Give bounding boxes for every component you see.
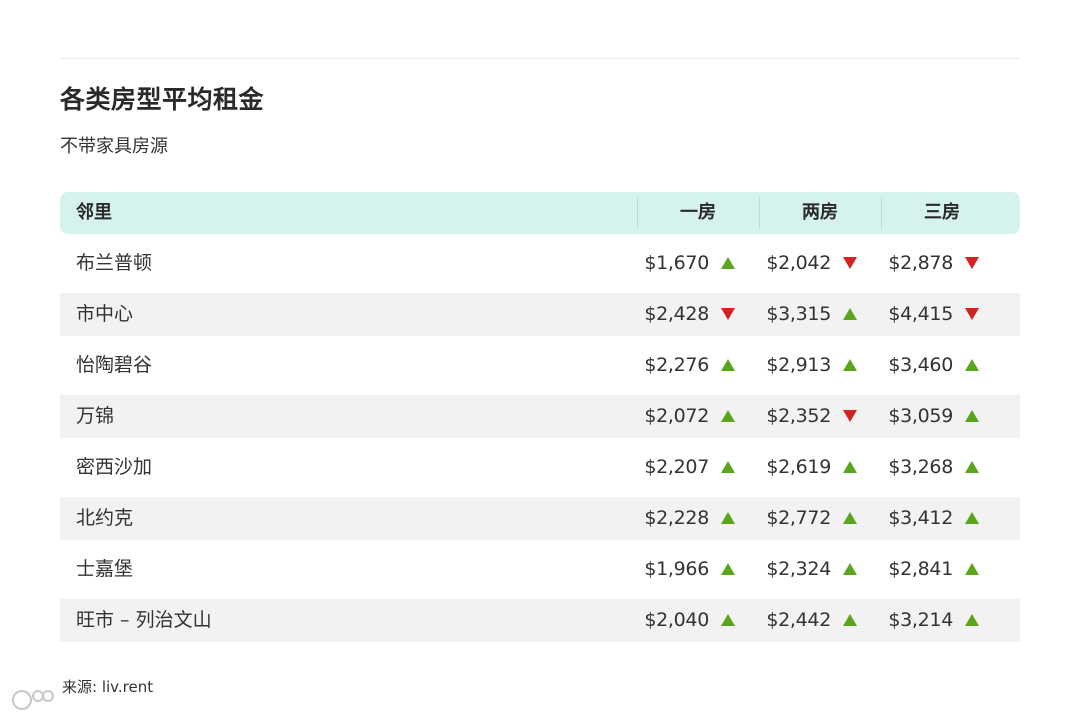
rent-value: $3,214 — [888, 609, 953, 631]
trend-up-icon — [965, 563, 979, 575]
trend-up-icon — [843, 461, 857, 473]
rent-cell: $2,352 — [759, 395, 881, 438]
table-header: 邻里 一房 两房 三房 — [60, 192, 1020, 234]
trend-up-icon — [843, 563, 857, 575]
rent-cell: $3,268 — [881, 446, 1003, 489]
rent-value: $1,966 — [644, 558, 709, 580]
chart-title: 各类房型平均租金 — [60, 85, 265, 114]
rent-value: $3,412 — [888, 507, 953, 529]
rent-cell: $2,276 — [637, 344, 759, 387]
rent-cell: $2,228 — [637, 497, 759, 540]
rent-cell: $4,415 — [881, 293, 1003, 336]
top-divider — [60, 58, 1020, 59]
neighborhood-name: 布兰普顿 — [76, 252, 153, 274]
rent-cell: $1,966 — [637, 548, 759, 591]
rent-value: $2,428 — [644, 303, 709, 325]
rent-value: $2,619 — [766, 456, 831, 478]
column-header-two-bedroom: 两房 — [802, 202, 838, 223]
rent-value: $2,352 — [766, 405, 831, 427]
neighborhood-name: 旺市 – 列治文山 — [76, 609, 212, 631]
rent-value: $2,072 — [644, 405, 709, 427]
rent-value: $3,059 — [888, 405, 953, 427]
rent-value: $2,878 — [888, 252, 953, 274]
rent-cell: $2,072 — [637, 395, 759, 438]
rent-cell: $2,040 — [637, 599, 759, 642]
rent-value: $2,913 — [766, 354, 831, 376]
trend-up-icon — [843, 614, 857, 626]
rent-value: $2,040 — [644, 609, 709, 631]
neighborhood-name: 北约克 — [76, 507, 134, 529]
trend-up-icon — [965, 614, 979, 626]
rent-cell: $3,412 — [881, 497, 1003, 540]
trend-up-icon — [721, 512, 735, 524]
table-row: 旺市 – 列治文山 $2,040 $2,442 $3,214 — [60, 599, 1020, 642]
rent-table: 邻里 一房 两房 三房 布兰普顿 $1,670 $2,042 $2,878 市中心 $2,… — [60, 192, 1020, 650]
rent-value: $2,276 — [644, 354, 709, 376]
rent-cell: $2,619 — [759, 446, 881, 489]
trend-up-icon — [965, 512, 979, 524]
trend-up-icon — [965, 461, 979, 473]
rent-value: $3,460 — [888, 354, 953, 376]
table-row: 北约克 $2,228 $2,772 $3,412 — [60, 497, 1020, 540]
trend-down-icon — [965, 308, 979, 320]
chart-subtitle: 不带家具房源 — [60, 136, 168, 157]
rent-value: $3,268 — [888, 456, 953, 478]
rent-value: $2,841 — [888, 558, 953, 580]
rent-value: $3,315 — [766, 303, 831, 325]
neighborhood-name: 士嘉堡 — [76, 558, 134, 580]
trend-down-icon — [965, 257, 979, 269]
neighborhood-name: 万锦 — [76, 405, 115, 427]
trend-down-icon — [843, 257, 857, 269]
rent-value: $2,442 — [766, 609, 831, 631]
rent-cell: $3,214 — [881, 599, 1003, 642]
column-header-neighborhood: 邻里 — [76, 202, 112, 223]
rent-value: $2,324 — [766, 558, 831, 580]
trend-down-icon — [721, 308, 735, 320]
rent-cell: $2,428 — [637, 293, 759, 336]
trend-up-icon — [843, 308, 857, 320]
column-header-one-bedroom: 一房 — [680, 202, 716, 223]
rent-cell: $2,207 — [637, 446, 759, 489]
trend-down-icon — [843, 410, 857, 422]
rent-cell: $2,913 — [759, 344, 881, 387]
rent-cell: $2,772 — [759, 497, 881, 540]
rent-cell: $2,442 — [759, 599, 881, 642]
trend-up-icon — [721, 614, 735, 626]
rent-cell: $2,841 — [881, 548, 1003, 591]
trend-up-icon — [721, 359, 735, 371]
column-header-three-bedroom: 三房 — [924, 202, 960, 223]
table-row: 市中心 $2,428 $3,315 $4,415 — [60, 293, 1020, 336]
neighborhood-name: 市中心 — [76, 303, 134, 325]
table-body: 布兰普顿 $1,670 $2,042 $2,878 市中心 $2,428 $3,315 $4,… — [60, 242, 1020, 642]
watermark-logo — [12, 690, 54, 710]
table-row: 士嘉堡 $1,966 $2,324 $2,841 — [60, 548, 1020, 591]
neighborhood-name: 密西沙加 — [76, 456, 153, 478]
rent-cell: $2,878 — [881, 242, 1003, 285]
rent-cell: $3,315 — [759, 293, 881, 336]
trend-up-icon — [965, 359, 979, 371]
rent-value: $2,772 — [766, 507, 831, 529]
rent-cell: $1,670 — [637, 242, 759, 285]
rent-cell: $2,324 — [759, 548, 881, 591]
table-row: 布兰普顿 $1,670 $2,042 $2,878 — [60, 242, 1020, 285]
rent-value: $1,670 — [644, 252, 709, 274]
trend-up-icon — [843, 359, 857, 371]
trend-up-icon — [721, 563, 735, 575]
trend-up-icon — [721, 257, 735, 269]
rent-cell: $3,460 — [881, 344, 1003, 387]
table-row: 密西沙加 $2,207 $2,619 $3,268 — [60, 446, 1020, 489]
rent-value: $2,207 — [644, 456, 709, 478]
table-row: 万锦 $2,072 $2,352 $3,059 — [60, 395, 1020, 438]
rent-value: $2,042 — [766, 252, 831, 274]
trend-up-icon — [965, 410, 979, 422]
trend-up-icon — [721, 410, 735, 422]
rent-value: $2,228 — [644, 507, 709, 529]
neighborhood-name: 怡陶碧谷 — [76, 354, 153, 376]
trend-up-icon — [721, 461, 735, 473]
table-row: 怡陶碧谷 $2,276 $2,913 $3,460 — [60, 344, 1020, 387]
rent-cell: $2,042 — [759, 242, 881, 285]
trend-up-icon — [843, 512, 857, 524]
rent-value: $4,415 — [888, 303, 953, 325]
rent-cell: $3,059 — [881, 395, 1003, 438]
